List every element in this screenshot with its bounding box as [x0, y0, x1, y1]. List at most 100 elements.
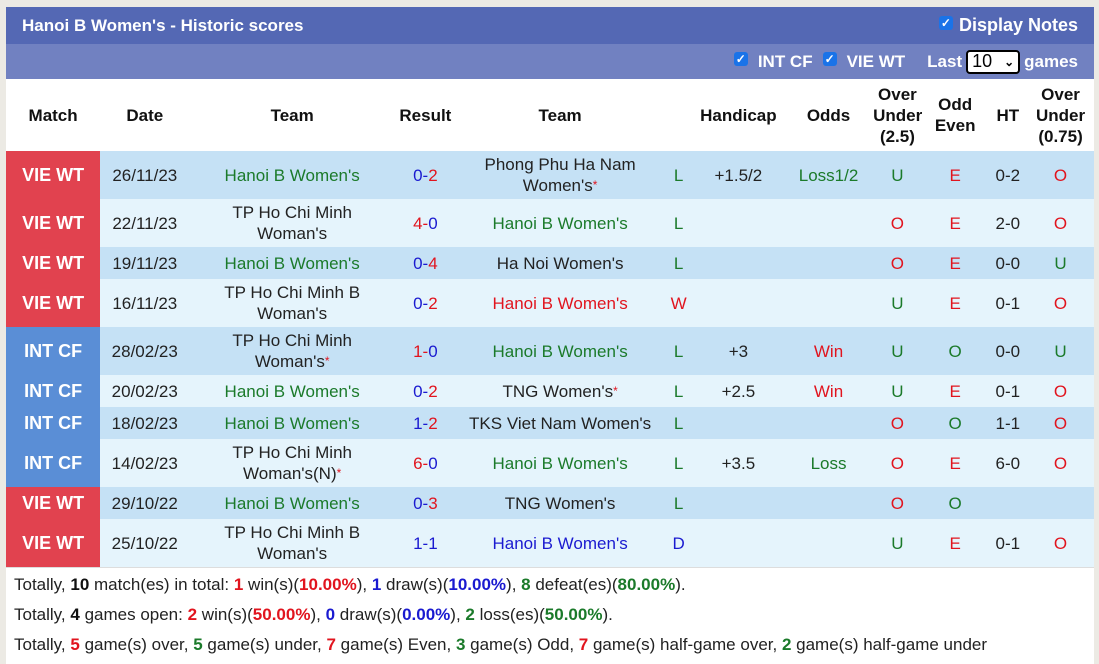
table-row[interactable]: INT CF 28/02/23 TP Ho Chi Minh Woman's* 1-0 H…	[6, 327, 1094, 375]
home-team-name-line2[interactable]: Woman's	[257, 544, 327, 563]
match-competition[interactable]: INT CF	[6, 327, 101, 375]
away-team[interactable]: TNG Women's*	[455, 375, 665, 407]
table-row[interactable]: INT CF 18/02/23 Hanoi B Women's 1-2 TKS Viet…	[6, 407, 1094, 439]
table-row[interactable]: INT CF 20/02/23 Hanoi B Women's 0-2 TNG Wome…	[6, 375, 1094, 407]
away-goals: 2	[428, 413, 438, 433]
match-result[interactable]: 0-3	[394, 487, 456, 519]
match-competition[interactable]: VIE WT	[6, 199, 101, 247]
match-competition[interactable]: VIE WT	[6, 519, 101, 567]
table-row[interactable]: VIE WT 29/10/22 Hanoi B Women's 0-3 TNG Wome…	[6, 487, 1094, 519]
away-team-name-line2[interactable]: Women's	[523, 176, 593, 195]
match-result[interactable]: 0-4	[394, 247, 456, 279]
away-team-name[interactable]: TNG Women's	[505, 494, 616, 513]
away-team-name[interactable]: Hanoi B Women's	[492, 342, 627, 361]
home-team[interactable]: Hanoi B Women's	[189, 407, 395, 439]
home-team-name[interactable]: TP Ho Chi Minh	[232, 203, 352, 222]
handicap	[692, 279, 784, 327]
away-team[interactable]: Ha Noi Women's	[455, 247, 665, 279]
home-team-name[interactable]: Hanoi B Women's	[225, 254, 360, 273]
away-team-name[interactable]: Hanoi B Women's	[492, 454, 627, 473]
match-result[interactable]: 1-2	[394, 407, 456, 439]
match-result[interactable]: 4-0	[394, 199, 456, 247]
home-team[interactable]: TP Ho Chi Minh Woman's*	[189, 327, 395, 375]
away-team-name[interactable]: TNG Women's	[502, 382, 613, 401]
odd-even: E	[921, 199, 989, 247]
home-team-name[interactable]: Hanoi B Women's	[225, 494, 360, 513]
match-competition[interactable]: VIE WT	[6, 279, 101, 327]
away-team-name[interactable]: Phong Phu Ha Nam	[485, 155, 636, 174]
match-competition[interactable]: VIE WT	[6, 487, 101, 519]
home-team[interactable]: TP Ho Chi Minh Woman's	[189, 199, 395, 247]
home-team-name[interactable]: TP Ho Chi Minh	[232, 331, 352, 350]
display-notes-toggle[interactable]: ✓ Display Notes	[938, 15, 1078, 36]
table-row[interactable]: VIE WT 25/10/22 TP Ho Chi Minh B Woman's 1-1…	[6, 519, 1094, 567]
match-date: 29/10/22	[100, 487, 190, 519]
away-team-name[interactable]: Ha Noi Women's	[497, 254, 624, 273]
match-date: 14/02/23	[100, 439, 190, 487]
handicap	[692, 519, 784, 567]
home-team-name[interactable]: Hanoi B Women's	[225, 166, 360, 185]
home-team[interactable]: Hanoi B Women's	[189, 151, 395, 199]
home-team[interactable]: Hanoi B Women's	[189, 487, 395, 519]
away-team-name[interactable]: TKS Viet Nam Women's	[469, 414, 651, 433]
filter-vie-wt[interactable]: ✓ VIE WT	[822, 51, 905, 72]
home-team-name-line2[interactable]: Woman's	[257, 224, 327, 243]
table-row[interactable]: INT CF 14/02/23 TP Ho Chi Minh Woman's(N)* 6…	[6, 439, 1094, 487]
home-team-name[interactable]: Hanoi B Women's	[225, 414, 360, 433]
home-team-name[interactable]: TP Ho Chi Minh	[232, 443, 352, 462]
summary-value: 5	[193, 635, 203, 654]
away-team[interactable]: Hanoi B Women's	[455, 279, 665, 327]
away-team-name[interactable]: Hanoi B Women's	[492, 294, 627, 313]
match-competition[interactable]: INT CF	[6, 375, 101, 407]
vie-wt-checkbox[interactable]: ✓	[822, 51, 837, 66]
home-team[interactable]: Hanoi B Women's	[189, 247, 395, 279]
match-date: 16/11/23	[100, 279, 190, 327]
home-team-name[interactable]: TP Ho Chi Minh B	[224, 283, 360, 302]
match-competition[interactable]: VIE WT	[6, 247, 101, 279]
table-row[interactable]: VIE WT 22/11/23 TP Ho Chi Minh Woman's 4-0 Ha…	[6, 199, 1094, 247]
home-team[interactable]: TP Ho Chi Minh Woman's(N)*	[189, 439, 395, 487]
handicap: +3.5	[692, 439, 784, 487]
last-games-select[interactable]: 10 ⌄	[966, 49, 1021, 74]
half-time-score: 1-1	[988, 407, 1028, 439]
col-ht: HT	[988, 79, 1028, 151]
home-team-name-line2[interactable]: Woman's	[257, 304, 327, 323]
match-competition[interactable]: INT CF	[6, 407, 101, 439]
home-team-name-line2[interactable]: Woman's	[255, 352, 325, 371]
home-team[interactable]: TP Ho Chi Minh B Woman's	[189, 279, 395, 327]
away-team[interactable]: Hanoi B Women's	[455, 519, 665, 567]
odds-result: Loss1/2	[783, 151, 874, 199]
col-ou25-line3: (2.5)	[879, 126, 915, 146]
odds-result	[783, 199, 874, 247]
match-date: 26/11/23	[100, 151, 190, 199]
table-row[interactable]: VIE WT 26/11/23 Hanoi B Women's 0-2 Phong Ph…	[6, 151, 1094, 199]
half-time-score: 0-0	[988, 327, 1028, 375]
filter-int-cf[interactable]: ✓ INT CF	[733, 51, 813, 72]
home-team[interactable]: Hanoi B Women's	[189, 375, 395, 407]
away-team[interactable]: TNG Women's	[455, 487, 665, 519]
home-team-name[interactable]: TP Ho Chi Minh B	[224, 523, 360, 542]
home-team[interactable]: TP Ho Chi Minh B Woman's	[189, 519, 395, 567]
int-cf-checkbox[interactable]: ✓	[733, 51, 748, 66]
away-team-name[interactable]: Hanoi B Women's	[492, 534, 627, 553]
match-result[interactable]: 0-2	[394, 279, 456, 327]
away-team[interactable]: Hanoi B Women's	[455, 327, 665, 375]
table-row[interactable]: VIE WT 16/11/23 TP Ho Chi Minh B Woman's 0-2…	[6, 279, 1094, 327]
match-result[interactable]: 0-2	[394, 151, 456, 199]
note-star-icon: *	[324, 354, 330, 368]
home-team-name[interactable]: Hanoi B Women's	[225, 382, 360, 401]
away-team[interactable]: Phong Phu Ha Nam Women's*	[455, 151, 665, 199]
match-result[interactable]: 0-2	[394, 375, 456, 407]
match-result[interactable]: 1-0	[394, 327, 456, 375]
away-team[interactable]: TKS Viet Nam Women's	[455, 407, 665, 439]
away-team-name[interactable]: Hanoi B Women's	[492, 214, 627, 233]
match-result[interactable]: 6-0	[394, 439, 456, 487]
away-team[interactable]: Hanoi B Women's	[455, 199, 665, 247]
match-competition[interactable]: INT CF	[6, 439, 101, 487]
home-team-name-line2[interactable]: Woman's(N)	[243, 464, 337, 483]
away-team[interactable]: Hanoi B Women's	[455, 439, 665, 487]
match-result[interactable]: 1-1	[394, 519, 456, 567]
table-row[interactable]: VIE WT 19/11/23 Hanoi B Women's 0-4 Ha Noi W…	[6, 247, 1094, 279]
display-notes-checkbox[interactable]: ✓	[938, 15, 953, 30]
match-competition[interactable]: VIE WT	[6, 151, 101, 199]
